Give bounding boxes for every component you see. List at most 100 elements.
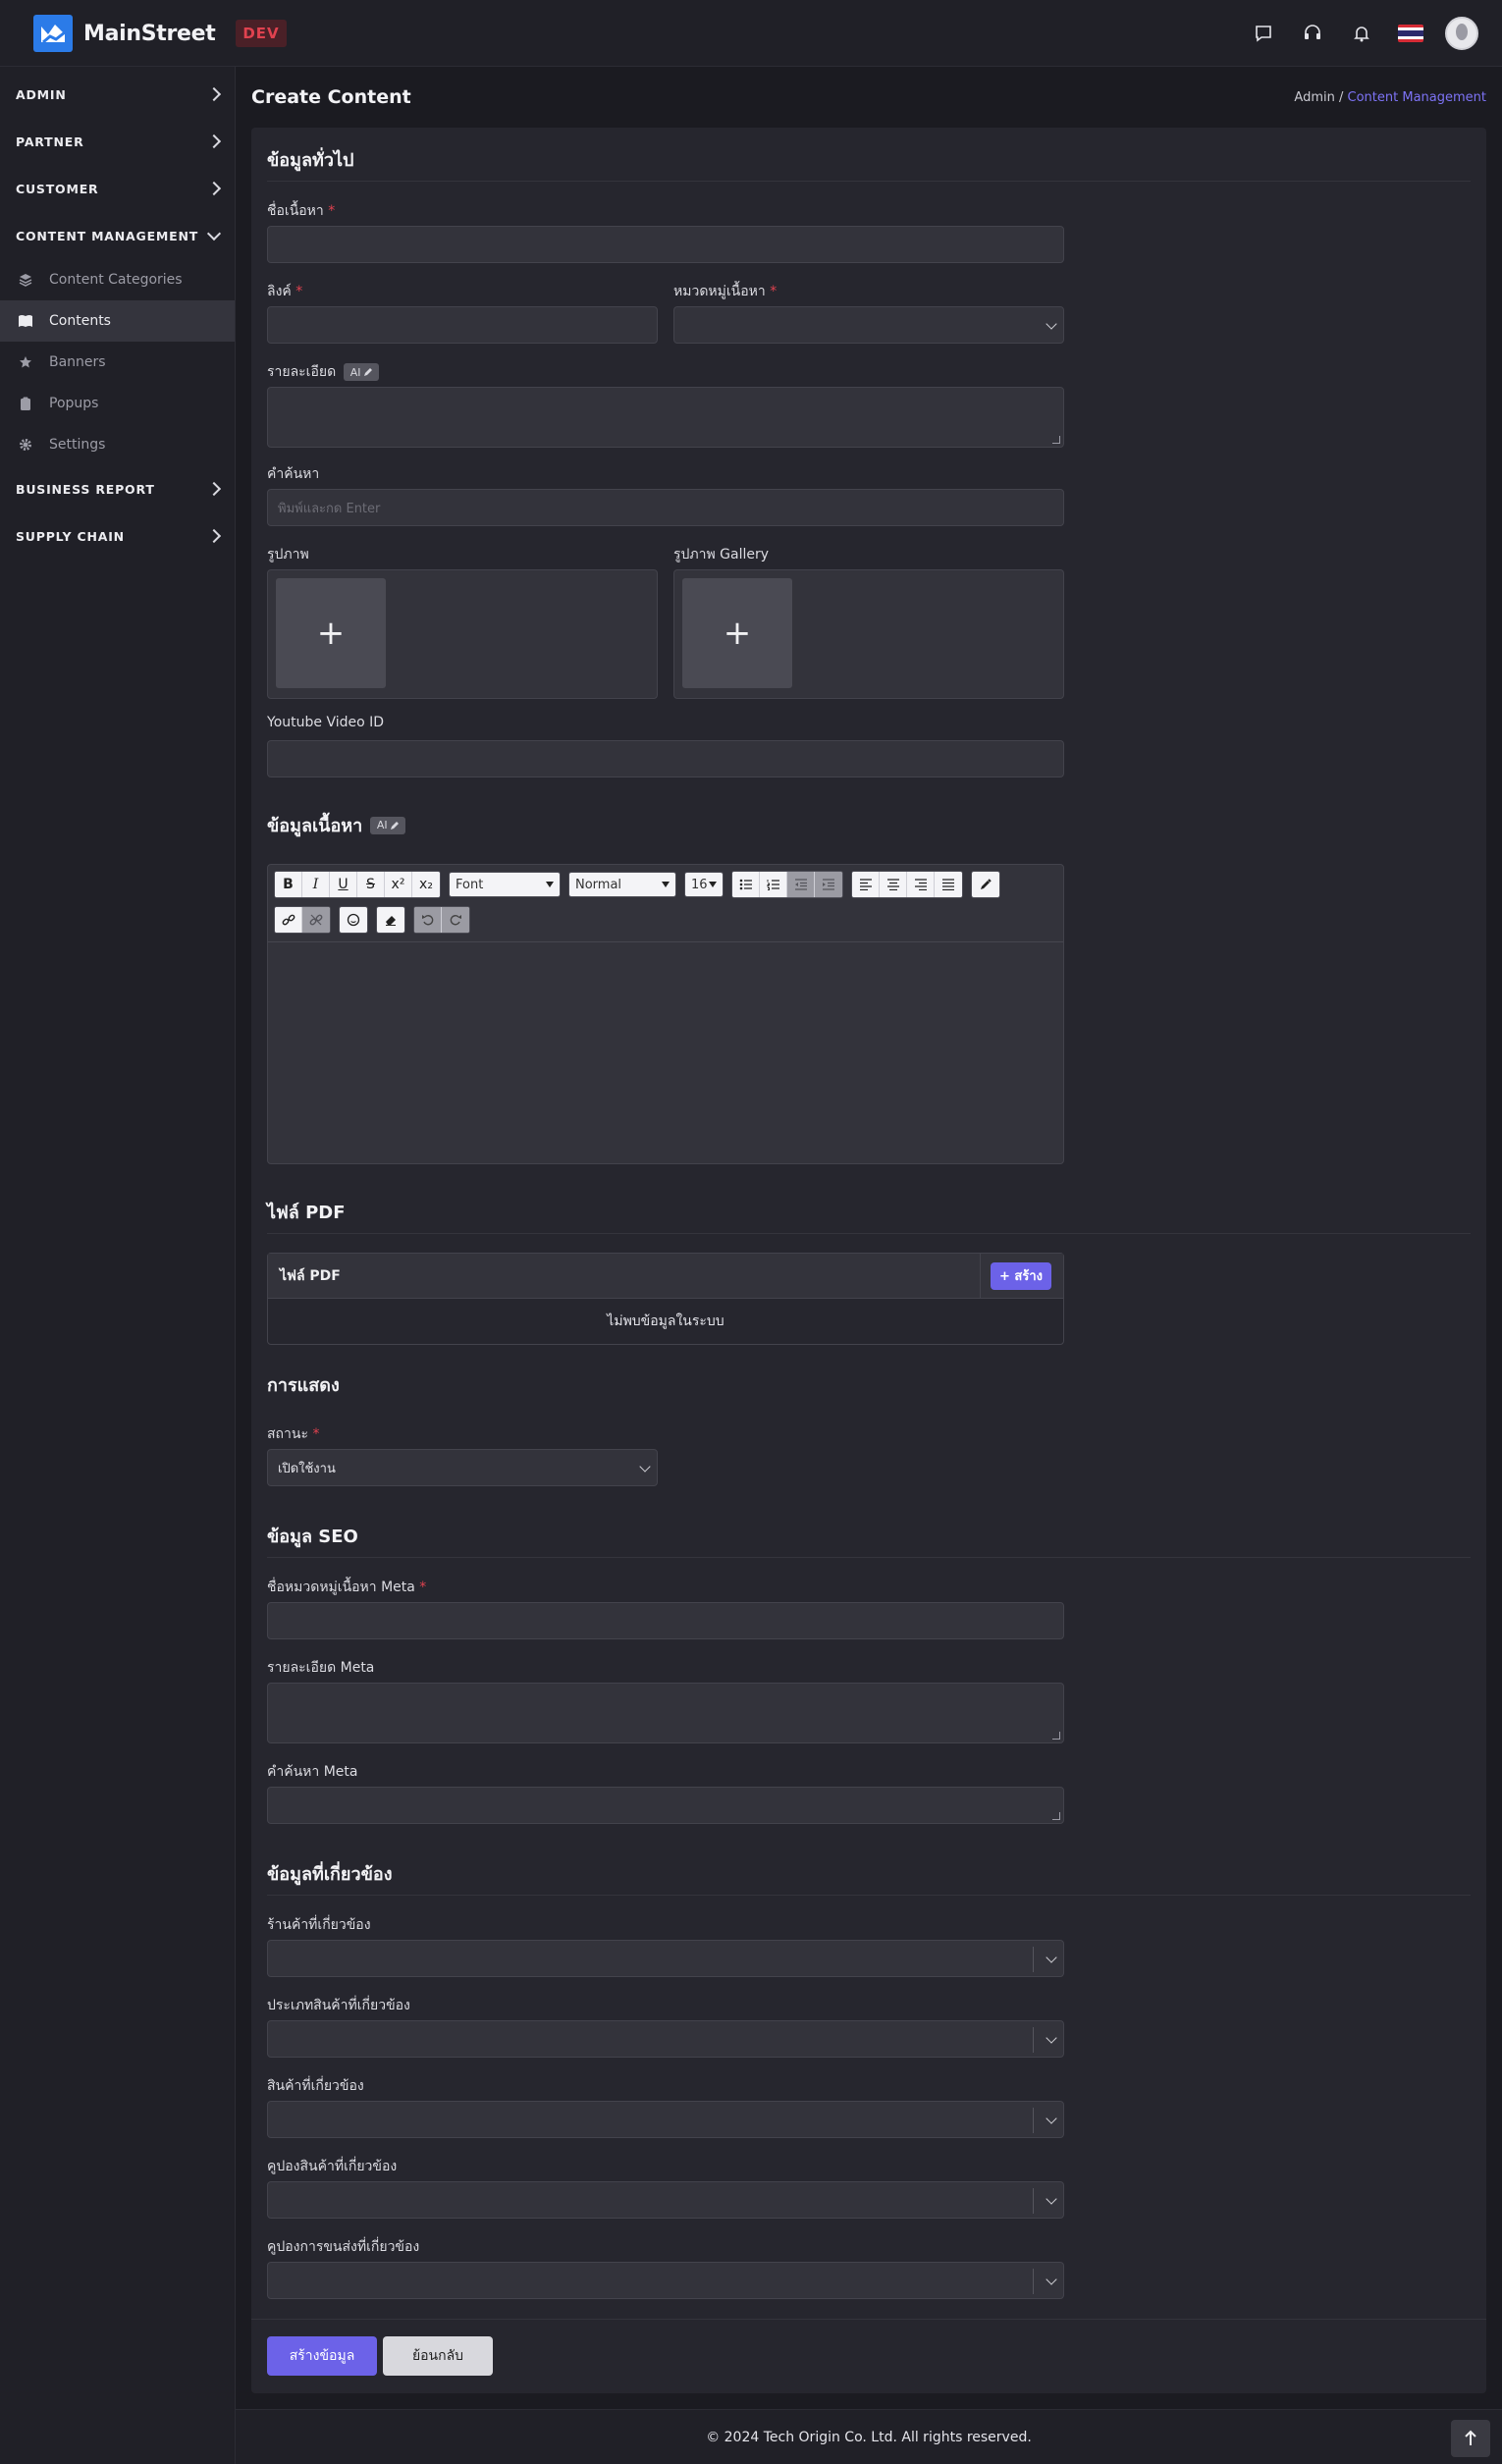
thai-flag-icon[interactable]: [1398, 25, 1423, 42]
chevron-down-icon: [1046, 1952, 1057, 1963]
sidebar-item-label: Settings: [49, 437, 106, 453]
link-icon[interactable]: [275, 907, 302, 933]
bullet-list-icon[interactable]: [732, 872, 760, 897]
sidebar-group-admin[interactable]: ADMIN: [0, 71, 235, 118]
related-product-coupons-select[interactable]: [267, 2181, 1064, 2219]
sidebar-item-content-categories[interactable]: Content Categories: [0, 259, 235, 300]
chevron-right-icon: [206, 134, 222, 149]
sidebar-item-label: Content Categories: [49, 272, 183, 288]
align-justify-icon[interactable]: [935, 872, 962, 897]
meta-keywords-textarea[interactable]: [267, 1787, 1064, 1824]
chevron-right-icon: [206, 528, 222, 544]
description-label: รายละเอียด AI: [267, 361, 380, 383]
indent-icon[interactable]: [815, 872, 842, 897]
sidebar-item-contents[interactable]: Contents: [0, 300, 235, 342]
user-avatar[interactable]: [1445, 17, 1478, 50]
section-title-content: ข้อมูลเนื้อหา AI: [267, 811, 406, 839]
sidebar-item-label: Popups: [49, 396, 99, 411]
keywords-placeholder: พิมพ์และกด Enter: [278, 501, 381, 516]
sidebar-group-business-report[interactable]: BUSINESS REPORT: [0, 465, 235, 512]
bell-icon[interactable]: [1337, 16, 1386, 51]
sidebar-group-content-management[interactable]: CONTENT MANAGEMENT: [0, 212, 235, 259]
eraser-icon[interactable]: [377, 907, 404, 933]
align-left-icon[interactable]: [852, 872, 880, 897]
youtube-input[interactable]: [267, 740, 1064, 777]
chevron-right-icon: [206, 86, 222, 102]
section-title-related: ข้อมูลที่เกี่ยวข้อง: [267, 1864, 393, 1885]
emoji-icon[interactable]: [340, 907, 367, 933]
gallery-upload-button[interactable]: +: [682, 578, 792, 688]
sidebar: ADMIN PARTNER CUSTOMER CONTENT MANAGEMEN…: [0, 67, 236, 2464]
font-size-dropdown[interactable]: 16: [684, 872, 724, 897]
meta-title-input[interactable]: [267, 1602, 1064, 1639]
breadcrumb-admin[interactable]: Admin: [1294, 90, 1334, 105]
sidebar-group-label: BUSINESS REPORT: [16, 481, 155, 497]
gear-icon: [18, 437, 33, 453]
breadcrumb-content-management[interactable]: Content Management: [1348, 90, 1486, 105]
back-button[interactable]: ย้อนกลับ: [383, 2336, 493, 2376]
sidebar-group-label: CUSTOMER: [16, 181, 99, 196]
strikethrough-button[interactable]: S: [357, 872, 385, 897]
chevron-down-icon: [639, 1461, 651, 1473]
description-textarea[interactable]: [267, 387, 1064, 448]
sidebar-item-popups[interactable]: Popups: [0, 383, 235, 424]
chevron-down-icon: [1046, 2274, 1057, 2285]
status-select[interactable]: เปิดใช้งาน: [267, 1449, 658, 1486]
sidebar-group-supply-chain[interactable]: SUPPLY CHAIN: [0, 512, 235, 560]
related-shipping-coupons-select[interactable]: [267, 2262, 1064, 2299]
unlink-icon[interactable]: [302, 907, 330, 933]
bold-button[interactable]: B: [275, 872, 302, 897]
related-stores-select[interactable]: [267, 1940, 1064, 1977]
divider: [267, 1233, 1471, 1234]
sidebar-group-label: ADMIN: [16, 86, 67, 102]
redo-icon[interactable]: [442, 907, 469, 933]
related-stores-label: ร้านค้าที่เกี่ยวข้อง: [267, 1917, 371, 1933]
support-headset-icon[interactable]: [1288, 16, 1337, 51]
underline-button[interactable]: U: [330, 872, 357, 897]
related-product-types-select[interactable]: [267, 2020, 1064, 2058]
link-input[interactable]: [267, 306, 658, 344]
keywords-input[interactable]: พิมพ์และกด Enter: [267, 489, 1064, 526]
divider: [267, 1895, 1471, 1896]
add-pdf-button[interactable]: + สร้าง: [991, 1261, 1051, 1290]
section-title-pdf: ไฟล์ PDF: [267, 1203, 346, 1223]
related-products-select[interactable]: [267, 2101, 1064, 2138]
env-badge: DEV: [236, 20, 287, 47]
page-title: Create Content: [251, 86, 411, 108]
sidebar-group-partner[interactable]: PARTNER: [0, 118, 235, 165]
chevron-down-icon: [1046, 318, 1057, 330]
chevron-down-icon: [1046, 2113, 1057, 2124]
mainstreet-logo-icon: [33, 15, 73, 52]
font-family-dropdown[interactable]: Font: [449, 872, 561, 897]
sidebar-group-customer[interactable]: CUSTOMER: [0, 165, 235, 212]
related-product-types-label: ประเภทสินค้าที่เกี่ยวข้อง: [267, 1998, 410, 2013]
main-content: Create Content Admin / Content Managemen…: [236, 67, 1502, 2393]
divider: [267, 181, 1471, 182]
meta-description-textarea[interactable]: [267, 1683, 1064, 1743]
ai-generate-badge[interactable]: AI: [370, 816, 406, 834]
numbered-list-icon[interactable]: [760, 872, 787, 897]
subscript-button[interactable]: x₂: [412, 872, 440, 897]
editor-content-area[interactable]: [268, 943, 1063, 1163]
align-center-icon[interactable]: [880, 872, 907, 897]
youtube-label: Youtube Video ID: [267, 715, 385, 730]
color-picker-icon[interactable]: [972, 872, 999, 897]
ai-generate-badge[interactable]: AI: [344, 363, 380, 381]
superscript-button[interactable]: x²: [385, 872, 412, 897]
sidebar-item-settings[interactable]: Settings: [0, 424, 235, 465]
chat-icon[interactable]: [1239, 16, 1288, 51]
category-select[interactable]: [673, 306, 1064, 344]
outdent-icon[interactable]: [787, 872, 815, 897]
keywords-label: คำค้นหา: [267, 466, 320, 482]
create-button[interactable]: สร้างข้อมูล: [267, 2336, 377, 2376]
name-input[interactable]: [267, 226, 1064, 263]
italic-button[interactable]: I: [302, 872, 330, 897]
undo-icon[interactable]: [414, 907, 442, 933]
paragraph-style-dropdown[interactable]: Normal: [568, 872, 676, 897]
scroll-to-top-button[interactable]: [1451, 2420, 1490, 2457]
brand-logo[interactable]: MainStreet: [33, 15, 216, 52]
align-right-icon[interactable]: [907, 872, 935, 897]
sidebar-item-banners[interactable]: Banners: [0, 342, 235, 383]
related-shipping-coupons-label: คูปองการขนส่งที่เกี่ยวข้อง: [267, 2239, 420, 2255]
image-upload-button[interactable]: +: [276, 578, 386, 688]
